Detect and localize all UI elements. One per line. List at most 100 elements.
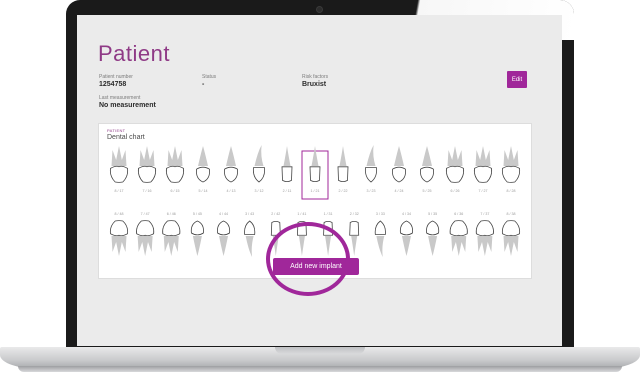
lower-tooth[interactable]: 7 / 37 [475,212,494,256]
lower-tooth[interactable]: 1 / 41 [297,212,307,256]
upper-tooth[interactable]: 6 / 26 [445,146,465,193]
tooth-label: 5 / 14 [199,189,208,193]
tooth-crown [349,220,360,236]
tooth-label: 4 / 24 [395,189,404,193]
tooth-label: 6 / 36 [454,212,463,216]
tooth-label: 4 / 44 [219,212,228,216]
tooth-label: 2 / 22 [339,189,348,193]
tooth-crown [162,220,181,237]
tooth-label: 3 / 43 [245,212,254,216]
lower-tooth[interactable]: 3 / 43 [244,212,256,257]
dental-chart-card: PATIENT Dental chart 8 / 17 7 / 16 6 / 15 5… [98,123,532,279]
patient-number-field: Patient number 1254758 [99,74,133,88]
tooth-crown [473,165,493,183]
upper-tooth[interactable]: 8 / 28 [501,146,521,193]
lower-tooth[interactable]: 6 / 36 [449,212,468,256]
last-measurement-label: Last measurement [99,95,141,101]
tooth-crown [449,220,468,237]
upper-tooth[interactable]: 2 / 22 [337,146,349,193]
upper-tooth[interactable]: 5 / 25 [419,146,435,193]
lower-tooth[interactable]: 6 / 46 [162,212,181,256]
tooth-root [283,146,291,166]
tooth-root [226,146,236,166]
edit-button[interactable]: Edit [507,71,527,88]
lower-tooth[interactable]: 8 / 38 [501,212,521,256]
tooth-label: 2 / 11 [283,189,292,193]
status-label: Status [202,74,217,80]
tooth-label: 1 / 41 [297,212,306,216]
tooth-crown [244,220,256,235]
tooth-label: 7 / 16 [143,189,152,193]
lower-tooth[interactable]: 2 / 32 [349,212,360,256]
tooth-label: 8 / 48 [115,212,124,216]
tooth-root [451,236,467,256]
tooth-label: 3 / 12 [255,189,264,193]
tooth-root [503,146,519,166]
patient-number-value: 1254758 [99,81,127,88]
lower-tooth[interactable]: 1 / 31 [323,212,333,256]
lower-tooth[interactable]: 5 / 45 [190,212,204,256]
lower-tooth[interactable]: 8 / 48 [109,212,129,256]
tooth-root [111,236,127,256]
tooth-crown [323,220,333,236]
app-screen: Patient Patient number 1254758 Status - … [77,15,562,346]
risk-factors-field: Risk factors Bruxist [302,74,328,88]
tooth-crown [391,166,407,183]
tooth-root [311,146,319,166]
tooth-crown [426,220,440,236]
tooth-root [394,146,404,166]
last-measurement-value: No measurement [99,102,156,109]
tooth-crown [195,166,211,183]
tooth-crown [109,165,129,183]
tooth-label: 6 / 26 [451,189,460,193]
risk-factors-label: Risk factors [302,74,329,80]
upper-tooth[interactable]: 5 / 14 [195,146,211,193]
tooth-crown [501,165,521,183]
risk-factors-value: Bruxist [302,81,327,88]
tooth-root [428,236,438,256]
upper-tooth[interactable]: 6 / 15 [165,146,185,193]
page-title: Patient [98,41,170,66]
tooth-crown [223,166,239,183]
tooth-root [272,236,279,256]
tooth-root [219,236,229,256]
tooth-label: 8 / 17 [115,189,124,193]
tooth-root [163,236,179,256]
tooth-label: 6 / 15 [171,189,180,193]
upper-tooth[interactable]: 4 / 24 [391,146,407,193]
tooth-crown [501,220,521,237]
lower-tooth[interactable]: 4 / 44 [217,212,231,256]
tooth-crown [445,165,465,183]
tooth-crown [136,220,155,237]
laptop-opening-notch [275,347,365,354]
tooth-label: 3 / 33 [376,212,385,216]
upper-tooth[interactable]: 3 / 23 [364,145,378,193]
last-measurement-field: Last measurement No measurement [99,95,156,109]
lower-tooth[interactable]: 7 / 47 [136,212,155,256]
tooth-root [139,146,155,166]
upper-tooth[interactable]: 2 / 11 [281,146,293,193]
add-new-implant-button[interactable]: Add new implant [273,258,359,275]
lower-tooth[interactable]: 5 / 35 [426,212,440,256]
tooth-label: 3 / 23 [367,189,376,193]
webcam-icon [316,6,323,13]
upper-tooth[interactable]: 7 / 16 [137,146,157,193]
tooth-crown [270,220,281,236]
upper-tooth[interactable]: 7 / 27 [473,146,493,193]
tooth-root [192,236,202,256]
lower-tooth[interactable]: 2 / 42 [270,212,281,256]
tooth-label: 7 / 37 [480,212,489,216]
tooth-root [475,146,491,166]
tooth-root [111,146,127,166]
upper-tooth[interactable]: 8 / 17 [109,146,129,193]
lower-tooth[interactable]: 3 / 33 [374,212,386,257]
lower-tooth[interactable]: 4 / 34 [399,212,413,256]
tooth-label: 4 / 13 [227,189,236,193]
tooth-label: 7 / 47 [141,212,150,216]
tooth-crown [109,220,129,237]
upper-tooth[interactable]: 1 / 21 [301,146,329,200]
tooth-root [198,146,208,166]
upper-tooth[interactable]: 3 / 12 [252,145,266,193]
upper-tooth[interactable]: 4 / 13 [223,146,239,193]
tooth-crown [419,166,435,183]
